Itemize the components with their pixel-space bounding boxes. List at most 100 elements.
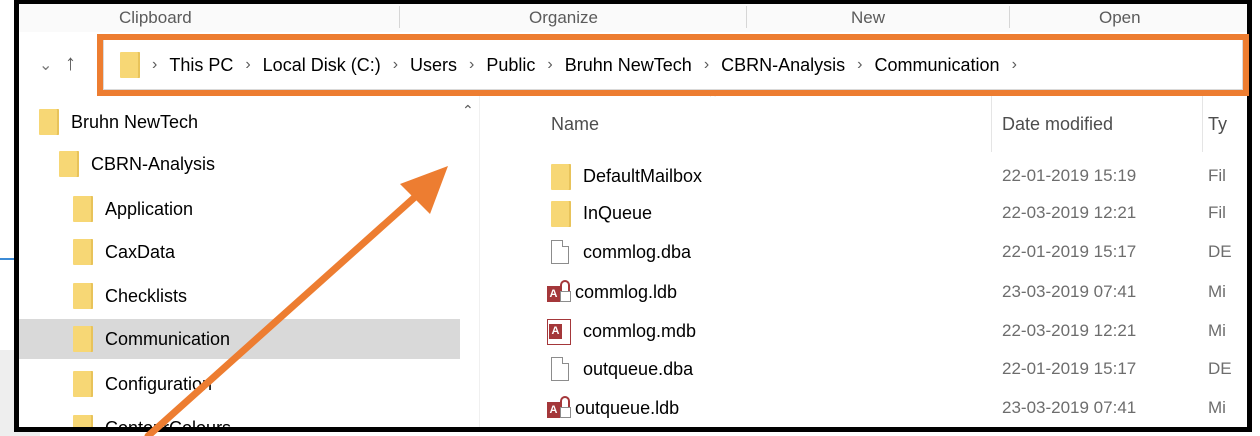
breadcrumb-communication[interactable]: Communication bbox=[875, 55, 1000, 76]
column-divider[interactable] bbox=[1202, 96, 1203, 152]
sidebar-item-cbrn-analysis[interactable]: CBRN-Analysis bbox=[59, 144, 215, 184]
file-date: 22-01-2019 15:19 bbox=[1002, 166, 1137, 185]
chevron-right-icon[interactable]: › bbox=[704, 56, 709, 74]
chevron-right-icon[interactable]: › bbox=[547, 56, 552, 74]
ribbon-divider bbox=[399, 6, 400, 28]
list-item[interactable]: A outqueue.ldb 23-03-2019 07:41 Mi bbox=[479, 392, 1247, 427]
chevron-right-icon[interactable]: › bbox=[857, 56, 862, 74]
file-type: DE bbox=[1208, 242, 1232, 261]
ribbon-group-organize[interactable]: Organize bbox=[529, 8, 598, 28]
sidebar-item-label: Application bbox=[105, 198, 194, 219]
chevron-right-icon[interactable]: › bbox=[152, 56, 157, 74]
list-item[interactable]: DefaultMailbox 22-01-2019 15:19 Fil bbox=[479, 160, 1247, 196]
file-name: outqueue.ldb bbox=[575, 398, 680, 418]
navigation-pane: Bruhn NewTech CBRN-Analysis Application … bbox=[19, 96, 460, 427]
file-date: 22-03-2019 12:21 bbox=[1002, 321, 1137, 340]
chevron-right-icon[interactable]: › bbox=[1012, 56, 1017, 74]
folder-icon bbox=[73, 283, 93, 309]
ribbon-divider bbox=[1009, 6, 1010, 28]
sidebar-item-label: Bruhn NewTech bbox=[71, 111, 199, 132]
sidebar-item-bruhn-newtech[interactable]: Bruhn NewTech bbox=[39, 102, 198, 142]
file-date: 23-03-2019 07:41 bbox=[1002, 398, 1137, 417]
folder-icon bbox=[73, 326, 93, 352]
file-type: Mi bbox=[1208, 282, 1226, 301]
file-type: DE bbox=[1208, 359, 1232, 378]
column-header-date-label: Date modified bbox=[1002, 113, 1114, 134]
sidebar-item-label: CBRN-Analysis bbox=[91, 153, 216, 174]
ribbon-group-new[interactable]: New bbox=[851, 8, 885, 28]
file-name: commlog.mdb bbox=[583, 321, 697, 341]
file-date: 23-03-2019 07:41 bbox=[1002, 282, 1137, 301]
breadcrumb-users[interactable]: Users bbox=[410, 55, 457, 76]
sidebar-item-application[interactable]: Application bbox=[73, 189, 193, 229]
file-type: Fil bbox=[1208, 203, 1226, 222]
breadcrumb-bruhn-newtech[interactable]: Bruhn NewTech bbox=[565, 55, 692, 76]
access-database-icon: A bbox=[547, 319, 571, 350]
list-item[interactable]: InQueue 22-03-2019 12:21 Fil bbox=[479, 197, 1247, 233]
navigation-bar: ⌄ ↑ › This PC › Local Disk (C:) › Users … bbox=[19, 32, 1247, 96]
folder-icon bbox=[39, 109, 59, 135]
folder-icon bbox=[59, 151, 79, 177]
file-icon bbox=[551, 357, 569, 386]
breadcrumb-public[interactable]: Public bbox=[486, 55, 535, 76]
sidebar-item-configuration[interactable]: Configuration bbox=[73, 364, 212, 404]
column-header-type-label: Ty bbox=[1208, 113, 1228, 134]
folder-icon bbox=[73, 371, 93, 397]
chevron-right-icon[interactable]: › bbox=[469, 56, 474, 74]
breadcrumb-cbrn-analysis[interactable]: CBRN-Analysis bbox=[721, 55, 845, 76]
column-header-type[interactable]: Ty bbox=[1208, 96, 1247, 152]
sidebar-item-checklists[interactable]: Checklists bbox=[73, 276, 187, 316]
file-list: ⌃ Name Date modified Ty DefaultMailbox 2… bbox=[479, 90, 1247, 427]
breadcrumb-this-pc[interactable]: This PC bbox=[169, 55, 233, 76]
up-arrow-icon[interactable]: ↑ bbox=[65, 50, 76, 76]
explorer-window: Clipboard Organize New Open ⌄ ↑ › This P… bbox=[14, 0, 1252, 432]
chevron-right-icon[interactable]: › bbox=[393, 56, 398, 74]
file-name: InQueue bbox=[583, 203, 653, 223]
list-item[interactable]: A commlog.mdb 22-03-2019 12:21 Mi bbox=[479, 315, 1247, 351]
folder-icon bbox=[551, 164, 571, 195]
file-name: outqueue.dba bbox=[583, 359, 694, 379]
chevron-right-icon[interactable]: › bbox=[245, 56, 250, 74]
sidebar-item-contourcolours[interactable]: ContourColours bbox=[73, 408, 231, 427]
breadcrumb: › This PC › Local Disk (C:) › Users › Pu… bbox=[120, 52, 1029, 78]
list-item[interactable]: outqueue.dba 22-01-2019 15:17 DE bbox=[479, 353, 1247, 389]
folder-icon bbox=[73, 196, 93, 222]
breadcrumb-local-disk[interactable]: Local Disk (C:) bbox=[263, 55, 381, 76]
access-lock-icon: A bbox=[547, 280, 573, 309]
sidebar-item-communication[interactable]: Communication bbox=[19, 319, 460, 359]
file-date: 22-01-2019 15:17 bbox=[1002, 359, 1137, 378]
column-divider[interactable] bbox=[991, 96, 992, 152]
folder-icon bbox=[73, 239, 93, 265]
file-type: Mi bbox=[1208, 321, 1226, 340]
scroll-up-icon[interactable]: ⌃ bbox=[462, 102, 474, 119]
list-item[interactable]: A commlog.ldb 23-03-2019 07:41 Mi bbox=[479, 276, 1247, 312]
file-name: commlog.dba bbox=[583, 242, 692, 262]
navigation-pane-scrollbar[interactable]: ⌃ bbox=[461, 96, 480, 427]
file-type: Mi bbox=[1208, 398, 1226, 417]
sidebar-item-label: CaxData bbox=[105, 241, 176, 262]
sidebar-item-caxdata[interactable]: CaxData bbox=[73, 232, 175, 272]
column-header-name-label: Name bbox=[551, 113, 600, 134]
folder-icon bbox=[120, 52, 140, 78]
recent-locations-chevron-icon[interactable]: ⌄ bbox=[39, 55, 52, 75]
sidebar-item-label: Configuration bbox=[105, 373, 213, 394]
sidebar-item-label: Checklists bbox=[105, 285, 188, 306]
file-date: 22-01-2019 15:17 bbox=[1002, 242, 1137, 261]
folder-icon bbox=[551, 201, 571, 232]
ribbon-group-clipboard[interactable]: Clipboard bbox=[119, 8, 192, 28]
file-type: Fil bbox=[1208, 166, 1226, 185]
file-name: commlog.ldb bbox=[575, 282, 678, 302]
window-frame-top bbox=[14, 0, 1252, 4]
sidebar-item-label: Communication bbox=[105, 328, 231, 349]
file-name: DefaultMailbox bbox=[583, 166, 703, 186]
ribbon-group-open[interactable]: Open bbox=[1099, 8, 1141, 28]
address-bar[interactable]: › This PC › Local Disk (C:) › Users › Pu… bbox=[103, 38, 1243, 90]
ribbon-group-bar: Clipboard Organize New Open bbox=[19, 4, 1247, 33]
column-header-name[interactable]: Name bbox=[551, 96, 991, 152]
list-item[interactable]: commlog.dba 22-01-2019 15:17 DE bbox=[479, 236, 1247, 272]
file-date: 22-03-2019 12:21 bbox=[1002, 203, 1137, 222]
file-icon bbox=[551, 240, 569, 269]
ribbon-divider bbox=[746, 6, 747, 28]
column-header-date-modified[interactable]: Date modified bbox=[1002, 96, 1202, 152]
access-lock-icon: A bbox=[547, 396, 573, 425]
